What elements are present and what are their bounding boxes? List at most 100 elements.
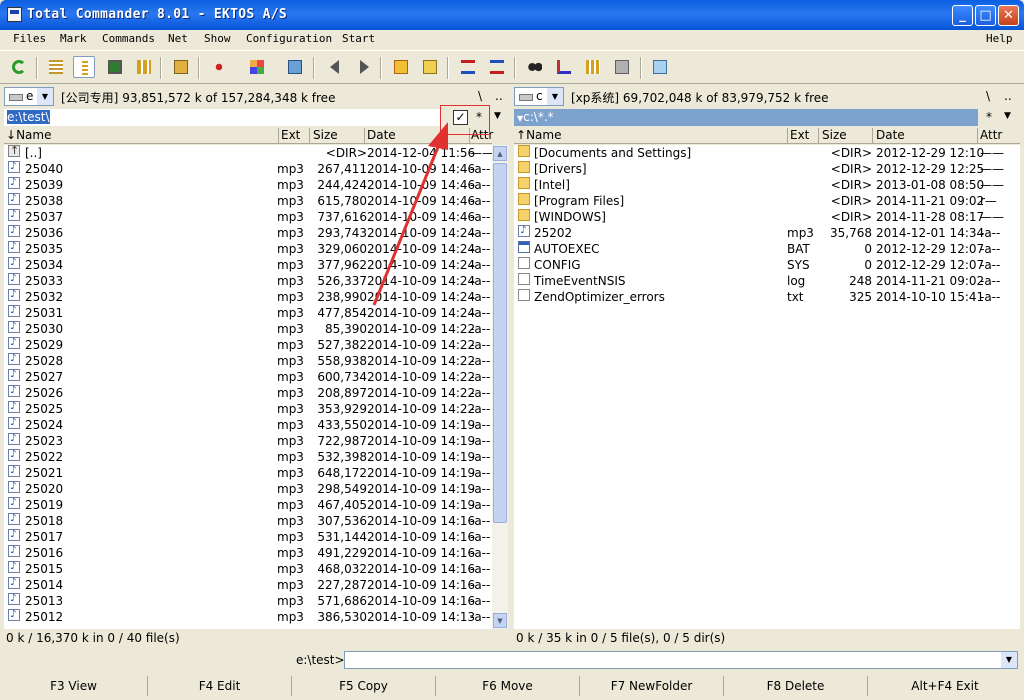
file-row[interactable]: 25031 mp3 477,8542014-10-09 14:24-a-- [4, 303, 492, 321]
menu-help[interactable]: Help [986, 32, 1013, 45]
left-file-list[interactable]: [..] <DIR>2014-12-04 11:56—— 25040 mp3 267,4… [4, 145, 492, 629]
right-path-field[interactable]: ▼c:\*.* [514, 109, 978, 126]
f3-view-button[interactable]: F3 View [0, 676, 148, 696]
file-row[interactable]: 25026 mp3 208,8972014-10-09 14:22-a-- [4, 383, 492, 401]
file-row[interactable]: 25019 mp3 467,4052014-10-09 14:19-a-- [4, 495, 492, 513]
sync-dirs-icon[interactable] [553, 56, 575, 78]
file-row[interactable]: 25015 mp3 468,0322014-10-09 14:16-a-- [4, 559, 492, 577]
copy-files-icon[interactable] [611, 56, 633, 78]
file-row[interactable]: 25037 mp3 737,6162014-10-09 14:46-a-- [4, 207, 492, 225]
file-row[interactable]: 25023 mp3 722,9872014-10-09 14:19-a-- [4, 431, 492, 449]
file-row[interactable]: 25032 mp3 238,9902014-10-09 14:24-a-- [4, 287, 492, 305]
f4-edit-button[interactable]: F4 Edit [148, 676, 292, 696]
scroll-up-icon[interactable]: ▲ [493, 146, 507, 161]
brief-view-icon[interactable] [45, 56, 67, 78]
left-scrollbar[interactable]: ▲ ▼ [492, 145, 508, 629]
unzip-icon[interactable] [419, 56, 441, 78]
chevron-down-icon[interactable]: ▼ [1004, 111, 1011, 121]
file-row[interactable]: 25020 mp3 298,5492014-10-09 14:19-a-- [4, 479, 492, 497]
calculator-icon[interactable] [582, 56, 604, 78]
file-row[interactable]: TimeEventNSIS log 248 2014-11-21 09:02 -a-- [514, 273, 1020, 289]
file-row[interactable]: 25202 mp3 35,768 2014-12-01 14:34-a-- [514, 223, 1020, 241]
refresh-icon[interactable] [8, 56, 30, 78]
left-root-button[interactable]: \ [478, 89, 482, 103]
command-input[interactable]: ▼ [344, 651, 1018, 669]
compare-dirs-icon[interactable] [170, 56, 192, 78]
menu-start[interactable]: Start [342, 32, 375, 45]
file-row[interactable]: 25013 mp3 571,6862014-10-09 14:16-a-- [4, 591, 492, 609]
file-row[interactable]: 25024 mp3 433,5502014-10-09 14:19-a-- [4, 415, 492, 433]
find-icon[interactable] [524, 56, 546, 78]
sort-name-header[interactable]: ↓Name [6, 128, 51, 142]
menu-configuration[interactable]: Configuration [246, 32, 332, 45]
multi-rename-icon[interactable] [208, 56, 230, 78]
file-row[interactable]: 25028 mp3 558,9382014-10-09 14:22-a-- [4, 351, 492, 369]
file-row[interactable]: 25016 mp3 491,2292014-10-09 14:16-a-- [4, 543, 492, 561]
scroll-down-icon[interactable]: ▼ [493, 613, 507, 628]
right-filter-button[interactable]: * [986, 110, 992, 124]
file-row[interactable]: 25014 mp3 227,2872014-10-09 14:16-a-- [4, 575, 492, 593]
file-row[interactable]: 25040 mp3 267,4112014-10-09 14:46-a-- [4, 159, 492, 177]
file-row[interactable]: AUTOEXEC BAT 0 2012-12-29 12:07 -a-- [514, 241, 1020, 257]
file-row[interactable]: 25025 mp3 353,9292014-10-09 14:22-a-- [4, 399, 492, 417]
menu-mark[interactable]: Mark [60, 32, 87, 45]
file-row[interactable]: 25035 mp3 329,0602014-10-09 14:24-a-- [4, 239, 492, 257]
file-row[interactable]: [Intel] <DIR> 2013-01-08 08:50 —— [514, 177, 1020, 193]
file-row[interactable]: 25018 mp3 307,5362014-10-09 14:16-a-- [4, 511, 492, 529]
maximize-button[interactable]: □ [975, 5, 996, 26]
sort-date-header[interactable]: Date [367, 128, 396, 142]
sort-ext-header[interactable]: Ext [281, 128, 300, 142]
app-icon[interactable] [7, 7, 22, 22]
minimize-button[interactable]: _ [952, 5, 973, 26]
file-row[interactable]: CONFIG SYS 0 2012-12-29 12:07 -a-- [514, 257, 1020, 273]
file-row[interactable]: 25030 mp3 85,3902014-10-09 14:22-a-- [4, 319, 492, 337]
file-row[interactable]: ZendOptimizer_errors txt 325 2014-10-10 15:… [514, 289, 1020, 305]
close-button[interactable]: ✕ [998, 5, 1019, 26]
notepad-icon[interactable] [649, 56, 671, 78]
file-row[interactable]: 25036 mp3 293,7432014-10-09 14:24-a-- [4, 223, 492, 241]
f7-newfolder-button[interactable]: F7 NewFolder [580, 676, 724, 696]
sort-size-header[interactable]: Size [313, 128, 338, 142]
menu-show[interactable]: Show [204, 32, 231, 45]
sort-attr-header[interactable]: Attr [980, 128, 1002, 142]
file-row[interactable]: 25027 mp3 600,7342014-10-09 14:22-a-- [4, 367, 492, 385]
menu-files[interactable]: Files [13, 32, 46, 45]
ftp-icon[interactable] [457, 56, 479, 78]
file-row[interactable]: 25029 mp3 527,3822014-10-09 14:22-a-- [4, 335, 492, 353]
menu-net[interactable]: Net [168, 32, 188, 45]
tree-view-icon[interactable] [133, 56, 155, 78]
right-up-button[interactable]: .. [1004, 89, 1012, 103]
f8-delete-button[interactable]: F8 Delete [724, 676, 868, 696]
file-row[interactable]: [Program Files] <DIR> 2014-11-21 09:02 r— [514, 193, 1020, 209]
chevron-down-icon[interactable]: ▼ [1001, 652, 1017, 668]
right-file-list[interactable]: [Documents and Settings] <DIR> 2012-12-29 … [514, 145, 1020, 629]
zip-icon[interactable] [390, 56, 412, 78]
full-view-icon[interactable] [73, 56, 95, 78]
network-icon[interactable] [284, 56, 306, 78]
file-row[interactable]: [Drivers] <DIR> 2012-12-29 12:25 —— [514, 161, 1020, 177]
sort-name-header[interactable]: ↑Name [516, 128, 561, 142]
thumbnail-view-icon[interactable] [104, 56, 126, 78]
sort-size-header[interactable]: Size [822, 128, 847, 142]
chevron-down-icon[interactable]: ▼ [494, 111, 501, 121]
file-row[interactable]: 25034 mp3 377,9622014-10-09 14:24-a-- [4, 255, 492, 273]
right-drive-selector[interactable]: c ▼ [514, 87, 564, 106]
file-row[interactable]: 25021 mp3 648,1722014-10-09 14:19-a-- [4, 463, 492, 481]
url-icon[interactable] [486, 56, 508, 78]
left-drive-selector[interactable]: e ▼ [4, 87, 54, 106]
sort-date-header[interactable]: Date [876, 128, 905, 142]
file-row[interactable]: 25039 mp3 244,4242014-10-09 14:46-a-- [4, 175, 492, 193]
file-row[interactable]: 25038 mp3 615,7802014-10-09 14:46-a-- [4, 191, 492, 209]
scroll-thumb[interactable] [493, 163, 507, 523]
sort-ext-header[interactable]: Ext [790, 128, 809, 142]
file-row[interactable]: 25012 mp3 386,5302014-10-09 14:13-a-- [4, 607, 492, 625]
menu-commands[interactable]: Commands [102, 32, 155, 45]
left-path-field[interactable]: e:\test\ [4, 109, 440, 126]
colorful-app-icon[interactable] [246, 56, 268, 78]
file-row[interactable]: [..] <DIR>2014-12-04 11:56—— [4, 145, 492, 161]
f6-move-button[interactable]: F6 Move [436, 676, 580, 696]
left-up-button[interactable]: .. [495, 89, 503, 103]
file-row[interactable]: 25022 mp3 532,3982014-10-09 14:19-a-- [4, 447, 492, 465]
file-row[interactable]: [WINDOWS] <DIR> 2014-11-28 08:17 —— [514, 209, 1020, 225]
right-root-button[interactable]: \ [986, 89, 990, 103]
